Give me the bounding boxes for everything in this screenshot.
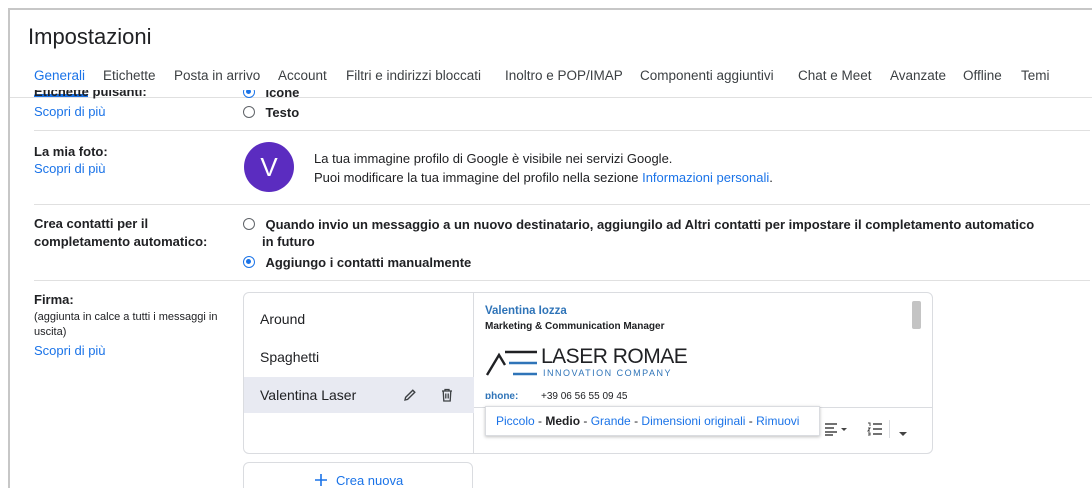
- laser-romae-logo: LASER ROMAE INNOVATION COMPANY: [485, 345, 688, 379]
- photo-info-line2: Puoi modificare la tua immagine del prof…: [314, 170, 773, 185]
- tab-etichette[interactable]: Etichette: [103, 68, 156, 83]
- signature-label: Firma:: [34, 292, 74, 307]
- contacts-option-auto[interactable]: Quando invio un messaggio a un nuovo des…: [243, 216, 1034, 234]
- size-large-link[interactable]: Grande: [591, 414, 631, 428]
- tab-componenti-aggiuntivi[interactable]: Componenti aggiuntivi: [640, 68, 774, 83]
- logo-sub-text: INNOVATION COMPANY: [543, 368, 673, 378]
- tab-avanzate[interactable]: Avanzate: [890, 68, 946, 83]
- divider: [34, 280, 1090, 281]
- tab-offline[interactable]: Offline: [963, 68, 1002, 83]
- text-option[interactable]: Testo: [243, 104, 299, 122]
- size-small-link[interactable]: Piccolo: [496, 414, 535, 428]
- tab-chat-e-meet[interactable]: Chat e Meet: [798, 68, 872, 83]
- page-title: Impostazioni: [28, 24, 152, 49]
- divider: [34, 130, 1090, 131]
- divider: [34, 204, 1090, 205]
- tab-generali[interactable]: Generali: [34, 68, 85, 83]
- contacts-auto-radio[interactable]: [243, 218, 255, 230]
- signature-preview-name: Valentina Iozza: [485, 305, 567, 317]
- logo-main-text: LASER ROMAE: [541, 345, 688, 368]
- avatar[interactable]: V: [244, 142, 294, 192]
- trash-icon[interactable]: [440, 377, 454, 413]
- text-radio[interactable]: [243, 106, 255, 118]
- contacts-option-auto-line2: in futuro: [262, 234, 315, 249]
- button-labels-label: Etichette pulsanti:: [34, 90, 147, 99]
- personal-info-link[interactable]: Informazioni personali: [642, 170, 769, 185]
- my-photo-label: La mia foto:: [34, 144, 108, 159]
- learn-more-link-buttons[interactable]: Scopri di più: [34, 104, 106, 119]
- auto-contacts-label-line2: completamento automatico:: [34, 234, 208, 249]
- tab-posta-in-arrivo[interactable]: Posta in arrivo: [174, 68, 260, 83]
- chevron-down-icon[interactable]: [899, 425, 907, 443]
- tab-filtri[interactable]: Filtri e indirizzi bloccati: [346, 68, 481, 83]
- tab-inoltro-pop-imap[interactable]: Inoltro e POP/IMAP: [505, 68, 623, 83]
- editor-scrollbar[interactable]: [912, 301, 921, 329]
- learn-more-link-photo[interactable]: Scopri di più: [34, 161, 106, 176]
- logo-mark-icon: [485, 350, 537, 376]
- signature-item-spaghetti[interactable]: Spaghetti: [244, 339, 474, 375]
- icons-option-label: Icone: [265, 90, 300, 100]
- signature-list: Around Spaghetti Valentina Laser: [244, 293, 474, 453]
- size-medium-link[interactable]: Medio: [545, 414, 580, 428]
- align-icon[interactable]: [824, 422, 848, 441]
- auto-contacts-label-line1: Crea contatti per il: [34, 216, 149, 231]
- tab-temi[interactable]: Temi: [1021, 68, 1050, 83]
- tab-account[interactable]: Account: [278, 68, 327, 83]
- signature-item-around[interactable]: Around: [244, 301, 474, 337]
- numbered-list-icon[interactable]: [867, 422, 883, 441]
- image-size-popup: Piccolo - Medio - Grande - Dimensioni or…: [485, 406, 820, 436]
- plus-icon: [314, 473, 328, 488]
- create-new-signature-button[interactable]: Crea nuova: [243, 462, 473, 488]
- signature-preview-role: Marketing & Communication Manager: [485, 321, 665, 332]
- toolbar-divider: [889, 420, 890, 438]
- learn-more-link-signature[interactable]: Scopri di più: [34, 343, 106, 358]
- settings-window: Impostazioni Generali Etichette Posta in…: [8, 8, 1092, 488]
- signature-item-valentina-laser[interactable]: Valentina Laser: [244, 377, 474, 413]
- contacts-option-manual[interactable]: Aggiungo i contatti manualmente: [243, 254, 471, 272]
- signature-hint-line2: uscita): [34, 326, 67, 338]
- size-original-link[interactable]: Dimensioni originali: [641, 414, 745, 428]
- text-option-label: Testo: [265, 105, 300, 120]
- button-labels-clip: Etichette pulsanti:: [34, 90, 234, 100]
- create-new-label: Crea nuova: [336, 473, 404, 488]
- signature-hint-line1: (aggiunta in calce a tutti i messaggi in: [34, 311, 218, 323]
- icons-option-clip: Icone: [243, 90, 363, 100]
- remove-image-link[interactable]: Rimuovi: [756, 414, 799, 428]
- pencil-icon[interactable]: [402, 377, 418, 413]
- photo-info-line1: La tua immagine profilo di Google è visi…: [314, 151, 673, 166]
- icons-radio[interactable]: [243, 90, 255, 98]
- contacts-manual-radio[interactable]: [243, 256, 255, 268]
- phone-line-clip: phone: +39 06 56 55 09 45: [485, 391, 628, 399]
